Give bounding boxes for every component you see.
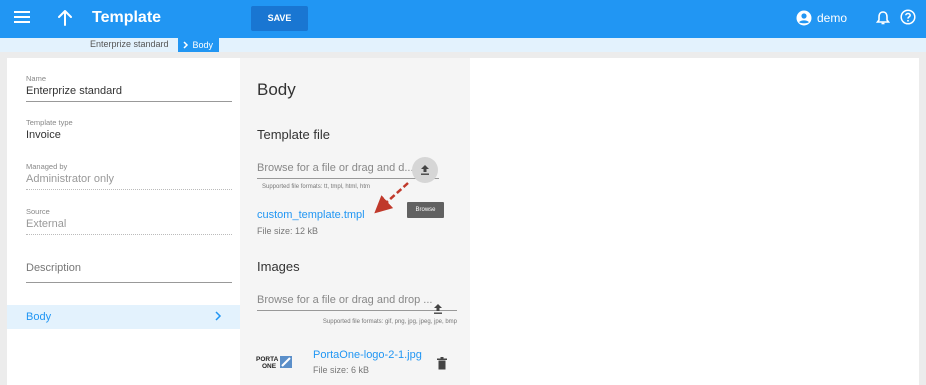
managed-by-field: Managed by Administrator only xyxy=(26,162,232,190)
image-file-link[interactable]: PortaOne-logo-2-1.jpg xyxy=(313,349,422,361)
source-label: Source xyxy=(26,207,50,216)
source-value: External xyxy=(26,218,67,230)
breadcrumb-current-label: Body xyxy=(192,40,214,50)
top-bar: Template SAVE demo xyxy=(0,0,926,38)
panel-title: Body xyxy=(257,80,296,99)
thumbnail-text-porta: PORTA xyxy=(256,356,279,363)
account-circle-icon xyxy=(796,10,812,26)
page-title: Template xyxy=(92,9,162,26)
chevron-right-icon xyxy=(183,41,189,49)
user-menu[interactable]: demo xyxy=(796,10,847,26)
chevron-right-icon xyxy=(215,311,222,321)
upload-icon[interactable] xyxy=(412,157,438,183)
description-field[interactable]: Description xyxy=(26,262,232,283)
images-file-input[interactable]: Browse for a file or drag and drop ... xyxy=(257,294,457,311)
image-thumbnail: PORTA ONE xyxy=(255,351,295,373)
supported-formats-text: Supported file formats: gif, png, jpg, j… xyxy=(322,319,457,325)
breadcrumb-current: Body xyxy=(178,38,220,52)
template-file-heading: Template file xyxy=(257,127,330,142)
sidebar-item-label: Body xyxy=(26,311,52,323)
browse-tooltip: Browse xyxy=(407,202,444,218)
images-heading: Images xyxy=(257,259,300,274)
content-area xyxy=(470,58,919,385)
template-type-field: Template type Invoice xyxy=(26,118,232,145)
arrow-up-icon[interactable] xyxy=(56,8,74,28)
help-circle-icon[interactable] xyxy=(900,9,916,30)
source-field: Source External xyxy=(26,207,232,235)
name-label: Name xyxy=(26,74,47,83)
thumbnail-text-one: ONE xyxy=(262,363,277,370)
template-type-label: Template type xyxy=(26,118,73,127)
name-field[interactable]: Name Enterprize standard xyxy=(26,74,232,102)
breadcrumb-item[interactable]: Enterprize standard xyxy=(90,39,169,49)
user-name: demo xyxy=(817,11,848,25)
sidebar-item-body[interactable]: Body xyxy=(7,305,240,329)
save-button[interactable]: SAVE xyxy=(251,6,308,31)
body-panel: Body Template file Browse for a file or … xyxy=(240,58,470,385)
template-type-value: Invoice xyxy=(26,129,61,141)
general-info-panel: Name Enterprize standard Template type I… xyxy=(7,58,240,385)
managed-by-value: Administrator only xyxy=(26,173,115,185)
bell-icon[interactable] xyxy=(875,10,891,31)
menu-icon[interactable] xyxy=(14,11,30,25)
managed-by-label: Managed by xyxy=(26,162,68,171)
trash-icon[interactable] xyxy=(437,357,447,375)
name-value: Enterprize standard xyxy=(26,85,122,97)
image-file-size: File size: 6 kB xyxy=(313,365,370,375)
breadcrumb: Enterprize standard Body xyxy=(0,38,926,52)
supported-formats-text: Supported file formats: tt, tmpl, html, … xyxy=(262,184,371,190)
template-file-size: File size: 12 kB xyxy=(257,226,319,236)
template-file-link[interactable]: custom_template.tmpl xyxy=(257,209,365,221)
